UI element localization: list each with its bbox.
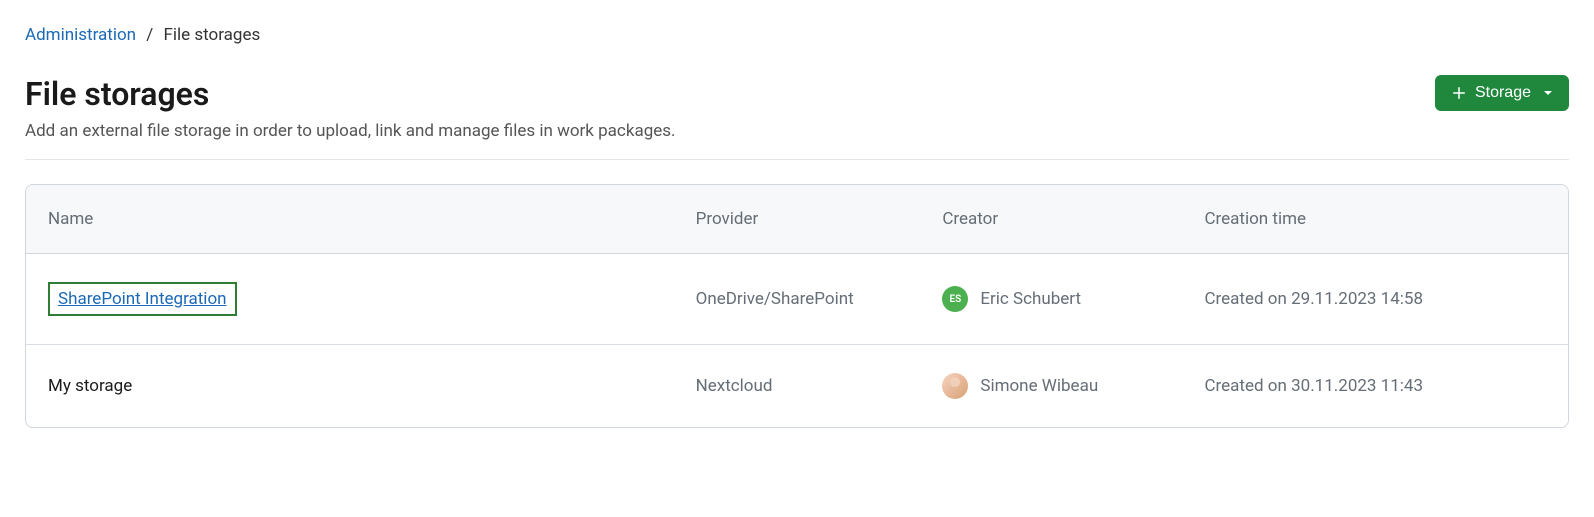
breadcrumb-current: File storages — [163, 25, 260, 45]
page-subtitle: Add an external file storage in order to… — [25, 121, 1569, 141]
creator-name: Simone Wibeau — [980, 376, 1098, 396]
breadcrumb-separator: / — [146, 25, 153, 45]
caret-down-icon — [1543, 88, 1553, 98]
storage-name: My storage — [48, 376, 132, 396]
breadcrumb-parent-link[interactable]: Administration — [25, 25, 136, 45]
avatar: ES — [942, 286, 968, 312]
avatar — [942, 373, 968, 399]
creation-time: Created on 29.11.2023 14:58 — [1182, 254, 1568, 345]
column-header-creation-time: Creation time — [1182, 185, 1568, 254]
storage-name-link[interactable]: SharePoint Integration — [58, 289, 227, 309]
storages-table: Name Provider Creator Creation time Shar… — [25, 184, 1569, 428]
table-row: SharePoint Integration OneDrive/SharePoi… — [26, 254, 1568, 345]
plus-icon — [1451, 85, 1467, 101]
add-storage-button-label: Storage — [1475, 84, 1531, 102]
column-header-name: Name — [26, 185, 674, 254]
creation-time: Created on 30.11.2023 11:43 — [1182, 345, 1568, 428]
table-row: My storage Nextcloud Simone Wibeau Creat… — [26, 345, 1568, 428]
column-header-provider: Provider — [674, 185, 921, 254]
divider — [25, 159, 1569, 160]
storage-provider: OneDrive/SharePoint — [674, 254, 921, 345]
highlight-box: SharePoint Integration — [48, 282, 237, 316]
storage-provider: Nextcloud — [674, 345, 921, 428]
add-storage-button[interactable]: Storage — [1435, 75, 1569, 111]
page-title: File storages — [25, 75, 209, 113]
breadcrumb: Administration / File storages — [25, 25, 1569, 45]
column-header-creator: Creator — [920, 185, 1182, 254]
creator-name: Eric Schubert — [980, 289, 1081, 309]
